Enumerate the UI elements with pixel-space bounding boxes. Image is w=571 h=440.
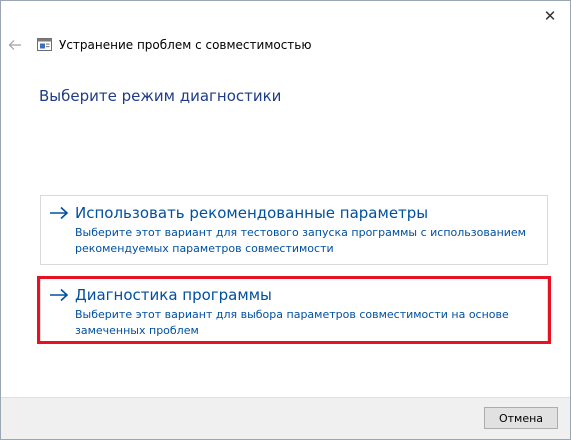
option-description: Выберите этот вариант для выбора парамет…: [75, 308, 509, 337]
back-arrow-icon: [8, 40, 21, 50]
troubleshooter-window: ✕ Устранение проблем с совместимостью Вы…: [0, 0, 571, 440]
compatibility-troubleshooter-icon: [37, 38, 52, 51]
page-heading: Выберите режим диагностики: [39, 87, 282, 105]
window-title: Устранение проблем с совместимостью: [59, 38, 312, 52]
cancel-button[interactable]: Отмена: [484, 407, 558, 429]
title-row: Устранение проблем с совместимостью: [37, 38, 311, 52]
option-recommended-settings[interactable]: Использовать рекомендованные параметры В…: [40, 195, 548, 265]
right-arrow-icon: [50, 288, 69, 302]
option-title: Использовать рекомендованные параметры: [75, 204, 429, 222]
option-title: Диагностика программы: [75, 286, 272, 304]
footer-bar: Отмена: [1, 397, 570, 439]
right-arrow-icon: [50, 206, 69, 220]
close-button[interactable]: ✕: [530, 1, 570, 31]
close-icon: ✕: [543, 7, 557, 25]
back-button[interactable]: [7, 37, 23, 53]
option-description: Выберите этот вариант для тестового запу…: [75, 226, 526, 255]
option-troubleshoot-program[interactable]: Диагностика программы Выберите этот вари…: [40, 277, 548, 343]
